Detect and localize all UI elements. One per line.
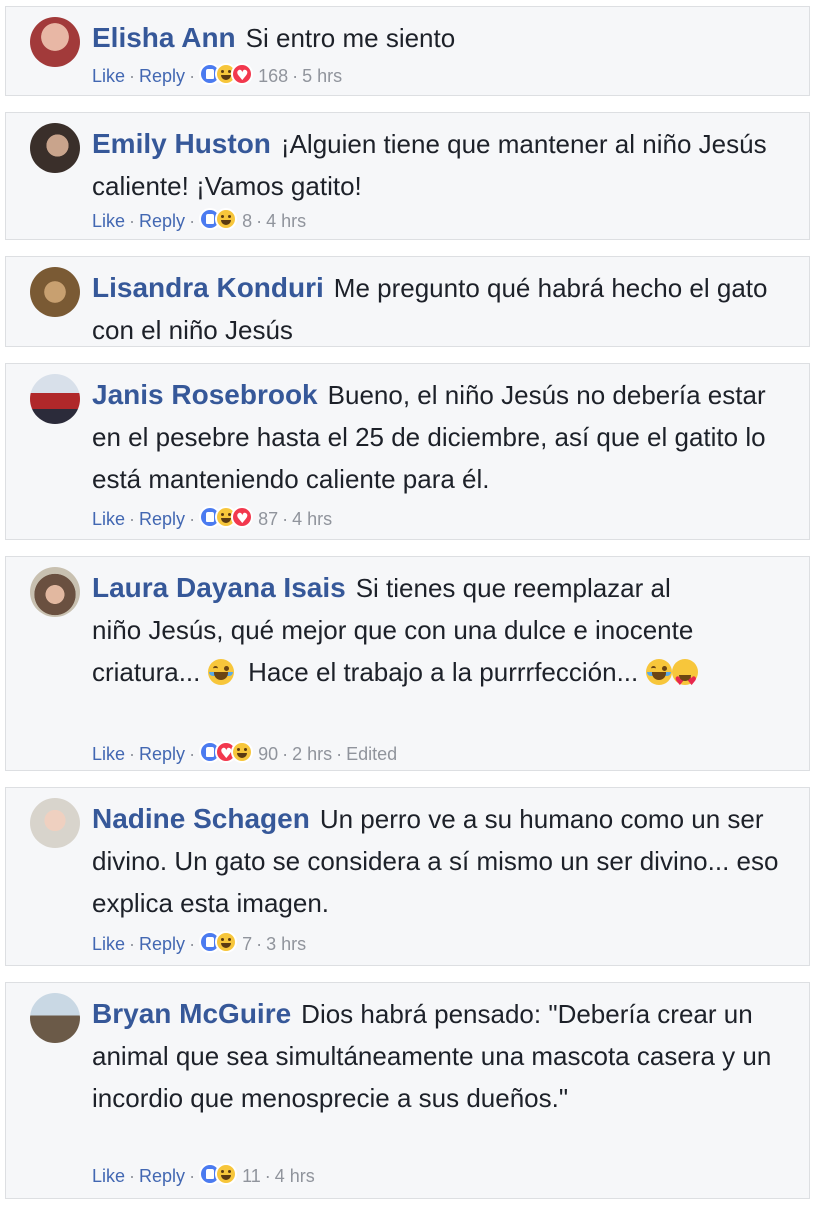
like-link[interactable]: Like (92, 211, 125, 231)
comment-meta: Like·Reply· 87·4 hrs (92, 506, 332, 531)
face-with-tears-of-joy-icon (207, 659, 234, 685)
reactions[interactable] (199, 208, 238, 231)
edited-label[interactable]: Edited (346, 744, 397, 764)
comment-meta: Like·Reply· 168·5 hrs (92, 63, 342, 88)
comment-card: Lisandra Konduri Me pregunto qué habrá he… (5, 256, 810, 347)
separator: · (292, 66, 299, 86)
separator: · (189, 509, 196, 529)
haha-reaction-icon (215, 1163, 238, 1185)
separator: · (129, 934, 136, 954)
reaction-count[interactable]: 168 (258, 66, 288, 86)
comment-text: Janis Rosebrook Bueno, el niño Jesús no d… (92, 374, 797, 500)
separator: · (129, 66, 136, 86)
author-name[interactable]: Bryan McGuire (92, 998, 291, 1029)
separator: · (129, 1166, 136, 1186)
reactions[interactable] (199, 1163, 238, 1186)
reply-link[interactable]: Reply (139, 66, 185, 86)
comment-body-part-2: Hace el trabajo a la purrrfección... (248, 657, 639, 687)
reply-link[interactable]: Reply (139, 744, 185, 764)
separator: · (129, 744, 136, 764)
timestamp[interactable]: 5 hrs (302, 66, 342, 86)
love-reaction-icon (231, 63, 254, 88)
reactions[interactable] (199, 506, 254, 531)
avatar[interactable] (30, 17, 80, 67)
separator: · (282, 744, 289, 764)
separator: · (264, 1166, 271, 1186)
comment-text: Elisha Ann Si entro me siento (92, 17, 797, 59)
reactions[interactable] (199, 741, 254, 766)
comment-text: Lisandra Konduri Me pregunto qué habrá he… (92, 267, 797, 351)
separator: · (189, 211, 196, 231)
separator: · (282, 509, 289, 529)
reply-link[interactable]: Reply (139, 1166, 185, 1186)
comment-card: Emily Huston ¡Alguien tiene que mantener … (5, 112, 810, 240)
avatar[interactable] (30, 267, 80, 317)
reply-link[interactable]: Reply (139, 509, 185, 529)
timestamp[interactable]: 2 hrs (292, 744, 332, 764)
comment-card: Bryan McGuire Dios habrá pensado: "Deberí… (5, 982, 810, 1199)
comment-meta: Like · Reply · 7 · 3 hrs (92, 931, 306, 955)
comment-card: Janis Rosebrook Bueno, el niño Jesús no d… (5, 363, 810, 540)
reply-link[interactable]: Reply (139, 934, 185, 954)
reaction-count[interactable]: 8 (242, 211, 252, 231)
comment-text: Emily Huston ¡Alguien tiene que mantener … (92, 123, 797, 207)
timestamp[interactable]: 3 hrs (266, 934, 306, 954)
like-link[interactable]: Like (92, 1166, 125, 1186)
haha-reaction-icon (215, 208, 238, 230)
separator: · (336, 744, 343, 764)
reaction-count[interactable]: 87 (258, 509, 278, 529)
like-link[interactable]: Like (92, 66, 125, 86)
comment-meta: Like · Reply · 11 · 4 hrs (92, 1163, 315, 1187)
timestamp[interactable]: 4 hrs (275, 1166, 315, 1186)
comment-card: Laura Dayana Isais Si tienes que reemplaz… (5, 556, 810, 771)
author-name[interactable]: Lisandra Konduri (92, 272, 324, 303)
avatar[interactable] (30, 374, 80, 424)
separator: · (129, 211, 136, 231)
comment-card: Elisha Ann Si entro me siento Like · Reply ·… (5, 6, 810, 96)
haha-reaction-icon (231, 741, 254, 763)
like-link[interactable]: Like (92, 934, 125, 954)
separator: · (189, 1166, 196, 1186)
comment-text: Laura Dayana Isais Si tienes que reemplaz… (92, 567, 712, 702)
face-with-tears-of-joy-icon (645, 659, 672, 685)
author-name[interactable]: Elisha Ann (92, 22, 236, 53)
comment-text: Bryan McGuire Dios habrá pensado: "Deberí… (92, 993, 772, 1119)
timestamp[interactable]: 4 hrs (292, 509, 332, 529)
like-link[interactable]: Like (92, 744, 125, 764)
reaction-count[interactable]: 11 (242, 1166, 261, 1186)
smiling-face-with-heart-eyes-icon (671, 659, 698, 702)
separator: · (189, 744, 196, 764)
love-reaction-icon (231, 506, 254, 531)
reaction-count[interactable]: 7 (242, 934, 252, 954)
author-name[interactable]: Emily Huston (92, 128, 271, 159)
avatar[interactable] (30, 567, 80, 617)
haha-reaction-icon (215, 931, 238, 953)
reactions[interactable] (199, 63, 254, 88)
avatar[interactable] (30, 123, 80, 173)
avatar[interactable] (30, 993, 80, 1043)
comment-card: Nadine Schagen Un perro ve a su humano co… (5, 787, 810, 966)
author-name[interactable]: Nadine Schagen (92, 803, 310, 834)
reply-link[interactable]: Reply (139, 211, 185, 231)
author-name[interactable]: Laura Dayana Isais (92, 572, 346, 603)
comment-meta: Like·Reply· 90·2 hrs·Edited (92, 741, 397, 766)
comment-body: Si entro me siento (245, 23, 456, 53)
author-name[interactable]: Janis Rosebrook (92, 379, 318, 410)
comment-meta: Like · Reply · 8 · 4 hrs (92, 208, 306, 232)
comment-text: Nadine Schagen Un perro ve a su humano co… (92, 798, 797, 924)
separator: · (256, 934, 263, 954)
like-link[interactable]: Like (92, 509, 125, 529)
timestamp[interactable]: 4 hrs (266, 211, 306, 231)
separator: · (189, 934, 196, 954)
reactions[interactable] (199, 931, 238, 954)
separator: · (256, 211, 263, 231)
avatar[interactable] (30, 798, 80, 848)
separator: · (129, 509, 136, 529)
separator: · (189, 66, 196, 86)
reaction-count[interactable]: 90 (258, 744, 278, 764)
